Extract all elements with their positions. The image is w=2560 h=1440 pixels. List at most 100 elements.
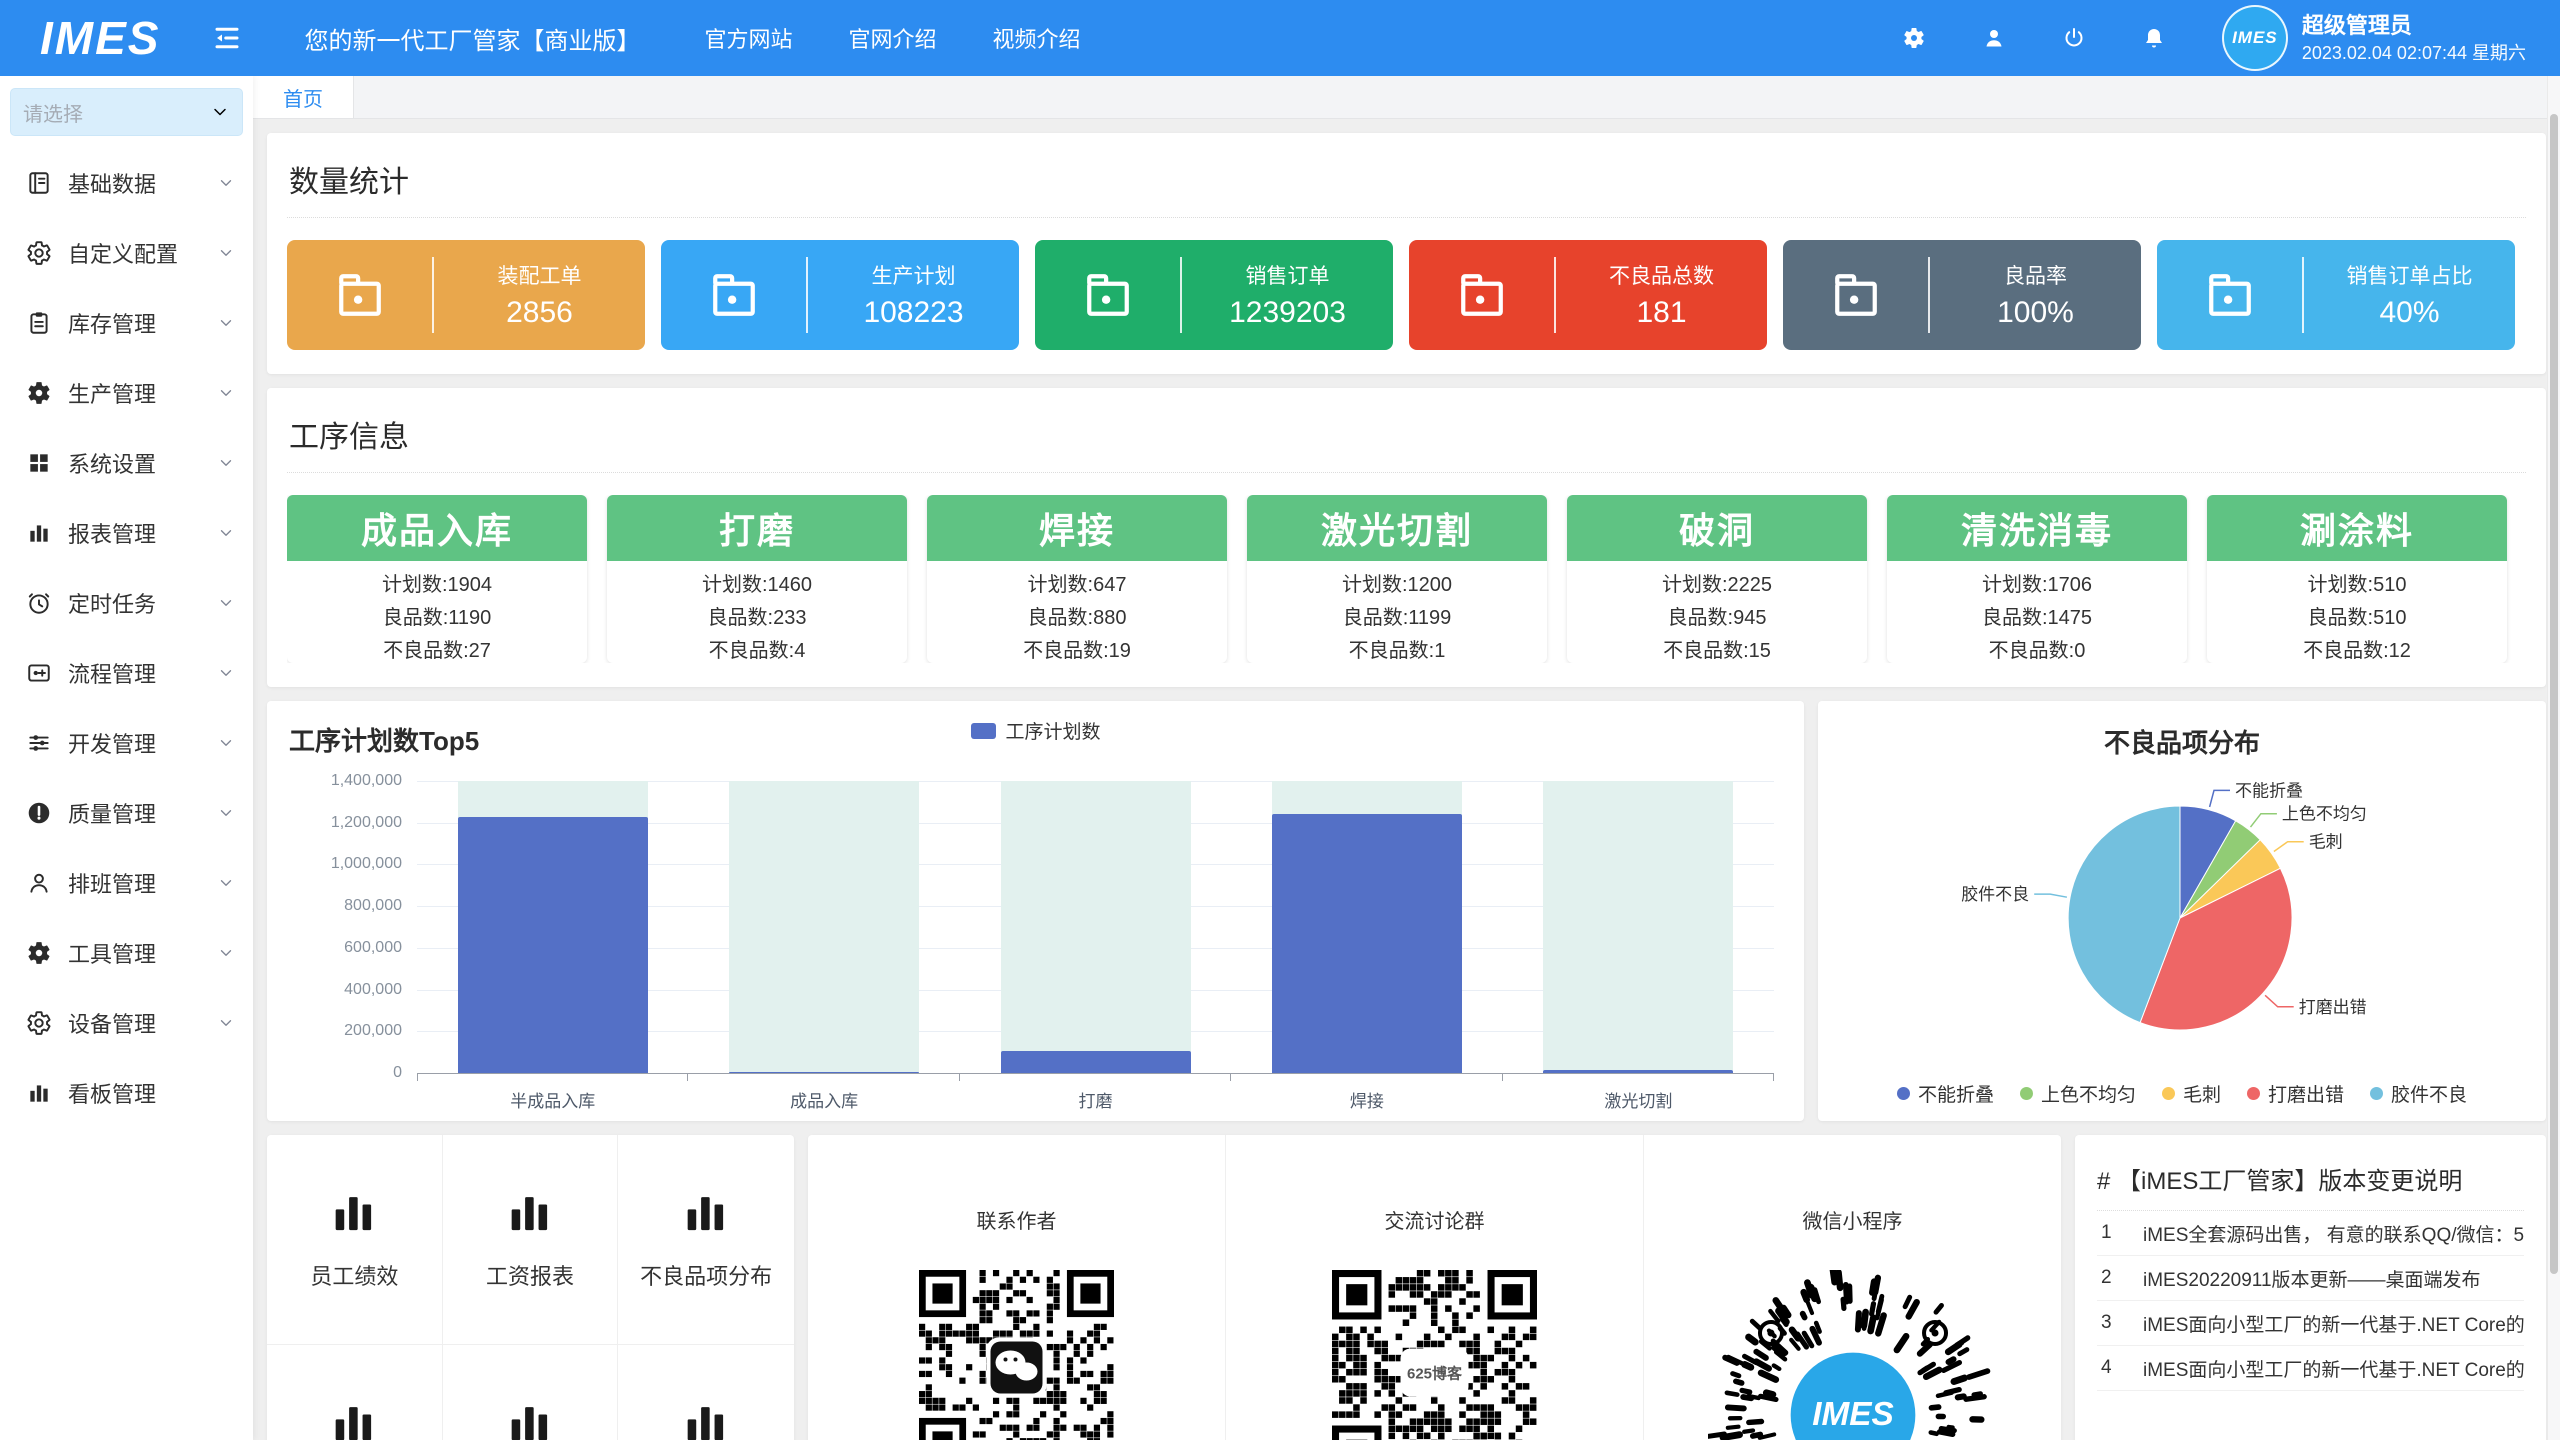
chevron-down-icon [217,1014,235,1032]
pie-legend-item-毛刺[interactable]: 毛刺 [2162,1080,2221,1107]
report-shortcut-生产报表[interactable]: 生产报表 [443,1345,619,1440]
sidebar-item-库存管理[interactable]: 库存管理 [0,288,253,358]
changelog-num: 4 [2097,1357,2143,1379]
legend-dot [2370,1087,2383,1100]
bar-chart-icon [684,1401,728,1440]
stat-card-不良品总数[interactable]: 不良品总数181 [1409,240,1767,350]
sidebar-item-设备管理[interactable]: 设备管理 [0,988,253,1058]
scrollbar-thumb[interactable] [2550,114,2558,1274]
report-label: 不良品项分布 [640,1259,772,1291]
report-shortcut-产量统计[interactable]: 产量统计 [618,1345,794,1440]
stat-card-销售订单[interactable]: 销售订单1239203 [1035,240,1393,350]
content-area: 数量统计 装配工单2856生产计划108223销售订单1239203不良品总数1… [253,119,2560,1440]
sidebar-item-label: 库存管理 [68,307,217,339]
sidebar-item-生产管理[interactable]: 生产管理 [0,358,253,428]
y-axis-tick: 200,000 [277,1022,402,1040]
process-card-涮涂料: 涮涂料计划数:510良品数:510不良品数:12 [2207,495,2507,663]
bar-chart-legend[interactable]: 工序计划数 [970,717,1100,744]
stat-card-良品率[interactable]: 良品率100% [1783,240,2141,350]
page-scrollbar[interactable] [2547,76,2560,1440]
gridline [417,1073,1774,1074]
process-name: 清洗消毒 [1887,495,2187,561]
bar-slot [960,781,1231,1073]
pie-legend-item-胶件不良[interactable]: 胶件不良 [2370,1080,2467,1107]
folder-icon [1035,265,1180,325]
sidebar-item-label: 系统设置 [68,447,217,479]
process-stats: 计划数:1200良品数:1199不良品数:1 [1247,561,1547,663]
nav-link-0[interactable]: 官方网站 [704,22,792,54]
pie-legend-item-上色不均匀[interactable]: 上色不均匀 [2020,1080,2136,1107]
bar-半成品入库 [458,817,648,1073]
power-icon[interactable] [2062,26,2086,50]
stat-card-生产计划[interactable]: 生产计划108223 [661,240,1019,350]
sidebar-item-工具管理[interactable]: 工具管理 [0,918,253,988]
process-name: 打磨 [607,495,907,561]
sidebar-item-报表管理[interactable]: 报表管理 [0,498,253,568]
y-axis-tick: 0 [277,1064,402,1082]
nav-link-2[interactable]: 视频介绍 [993,22,1081,54]
sidebar-item-看板管理[interactable]: 看板管理 [0,1058,253,1128]
sidebar-select[interactable]: 请选择 [10,88,243,136]
legend-dot [2020,1087,2033,1100]
stat-value: 2856 [434,296,645,330]
process-name: 破洞 [1567,495,1867,561]
qr-column-联系作者: 联系作者扫一扫上面的二维码图案，加我为朋友。 [808,1135,1225,1440]
chevron-down-icon [217,524,235,542]
chevron-down-icon [217,944,235,962]
chevron-down-icon [217,174,235,192]
y-axis-tick: 600,000 [277,939,402,957]
stats-panel: 数量统计 装配工单2856生产计划108223销售订单1239203不良品总数1… [267,133,2546,374]
sidebar-item-排班管理[interactable]: 排班管理 [0,848,253,918]
chevron-down-icon [217,734,235,752]
pie-label: 毛刺 [2309,833,2343,852]
bar-chart-icon [508,1401,552,1440]
y-axis-tick: 800,000 [277,897,402,915]
report-shortcut-员工绩效[interactable]: 员工绩效 [267,1135,443,1345]
bell-icon[interactable] [2142,26,2166,50]
sidebar-item-开发管理[interactable]: 开发管理 [0,708,253,778]
chevron-down-icon [217,244,235,262]
alert-circle-icon [26,800,52,826]
gear-icon[interactable] [1902,26,1926,50]
sidebar-item-label: 工具管理 [68,937,217,969]
sidebar-item-质量管理[interactable]: 质量管理 [0,778,253,848]
sidebar-item-基础数据[interactable]: 基础数据 [0,148,253,218]
qr-title: 联系作者 [808,1205,1225,1234]
report-shortcut-工资报表[interactable]: 工资报表 [443,1135,619,1345]
bar-background-band [1543,781,1733,1073]
process-stats: 计划数:1904良品数:1190不良品数:27 [287,561,587,663]
sidebar-item-label: 基础数据 [68,167,217,199]
gear-outline-icon [26,240,52,266]
sidebar-item-自定义配置[interactable]: 自定义配置 [0,218,253,288]
tab-home[interactable]: 首页 [253,76,354,118]
chevron-down-icon [217,594,235,612]
x-axis-label: 打磨 [960,1087,1231,1112]
stat-card-销售订单占比[interactable]: 销售订单占比40% [2157,240,2515,350]
sidebar-item-定时任务[interactable]: 定时任务 [0,568,253,638]
sidebar-item-label: 报表管理 [68,517,217,549]
menu-collapse-icon[interactable] [212,23,242,53]
report-shortcut-不良品项汇总[interactable]: 不良品项汇总 [267,1345,443,1440]
x-axis-label: 激光切割 [1503,1087,1774,1112]
legend-label: 胶件不良 [2391,1080,2467,1107]
pie-legend-item-不能折叠[interactable]: 不能折叠 [1897,1080,1994,1107]
user-icon[interactable] [1982,26,2006,50]
sidebar-item-流程管理[interactable]: 流程管理 [0,638,253,708]
qr-code-1: 625博客 [1226,1270,1643,1440]
stat-card-装配工单[interactable]: 装配工单2856 [287,240,645,350]
sidebar-item-系统设置[interactable]: 系统设置 [0,428,253,498]
person-icon [26,870,52,896]
sidebar-item-label: 排班管理 [68,867,217,899]
process-stats: 计划数:510良品数:510不良品数:12 [2207,561,2507,663]
pie-legend-item-打磨出错[interactable]: 打磨出错 [2247,1080,2344,1107]
nav-link-1[interactable]: 官网介绍 [848,22,936,54]
folder-icon [2157,265,2302,325]
avatar[interactable]: IMES [2222,5,2288,71]
process-card-破洞: 破洞计划数:2225良品数:945不良品数:15 [1567,495,1867,663]
report-shortcut-不良品项分布[interactable]: 不良品项分布 [618,1135,794,1345]
book-icon [26,170,52,196]
changelog-row: 4iMES面向小型工厂的新一代基于.NET Core的MES系统__PC端 [2097,1346,2524,1391]
user-name: 超级管理员 [2302,12,2526,40]
bar-chart-icon [508,1191,552,1235]
sidebar-item-label: 流程管理 [68,657,217,689]
